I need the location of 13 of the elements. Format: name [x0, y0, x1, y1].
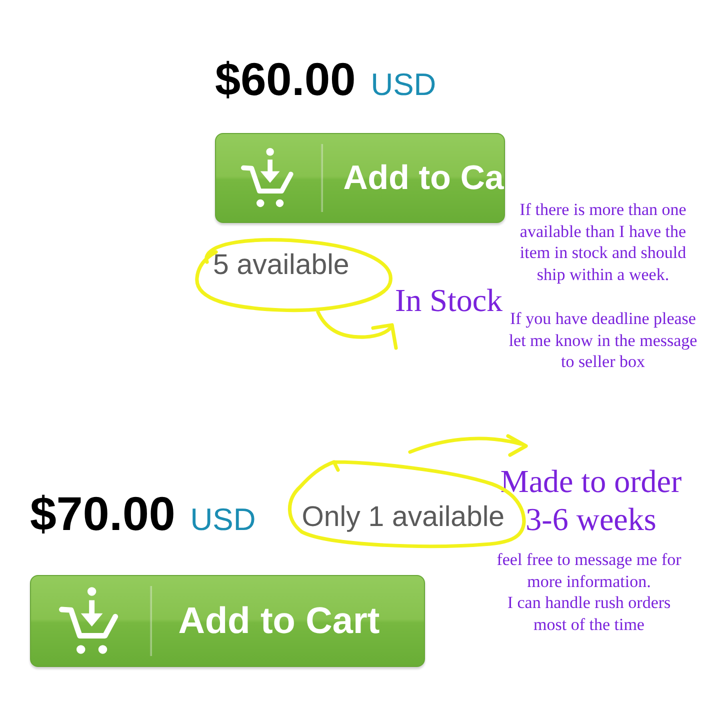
availability-text: 5 available [213, 248, 350, 282]
stock-note-text: If you have deadline please let me know in the message to seller box [508, 308, 698, 374]
add-to-cart-button[interactable]: Add to Ca [215, 132, 505, 223]
currency-code: USD [190, 502, 256, 537]
price: $70.00 [30, 488, 176, 541]
cart-icon [241, 146, 296, 209]
stock-note-text: If there is more than one available than I have the item in stock and should ship within a week. [520, 199, 686, 286]
cart-icon [59, 586, 120, 656]
add-to-cart-button[interactable]: Add to Cart [30, 574, 425, 667]
stock-note-heading: In Stock [395, 281, 503, 319]
currency-code: USD [370, 67, 436, 102]
price: $60.00 [215, 53, 356, 105]
stock-note-text: feel free to message me for more information. I can handle rush orders most of the time [496, 549, 682, 636]
